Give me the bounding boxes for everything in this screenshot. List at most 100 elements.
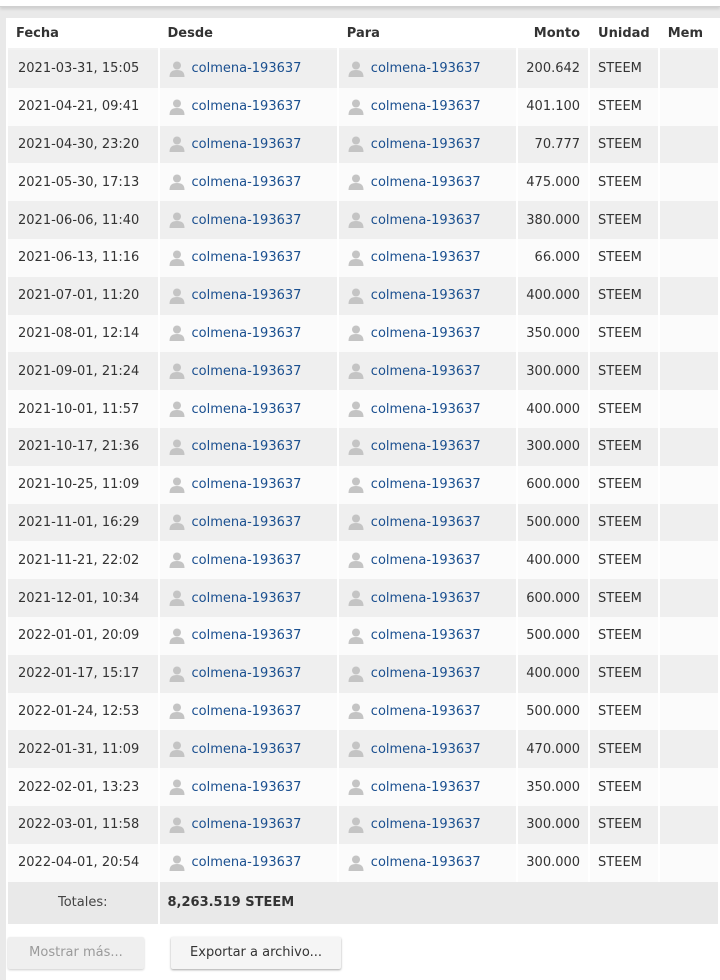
cell-unidad: STEEM [590, 50, 658, 88]
user-icon [169, 325, 184, 342]
column-header-memo[interactable]: Mem [659, 18, 718, 50]
sender: colmena-193637 [168, 362, 329, 380]
recipient-link[interactable]: colmena-193637 [371, 175, 481, 190]
cell-monto: 350.000 [518, 768, 589, 806]
sender-link[interactable]: colmena-193637 [192, 175, 302, 190]
user-icon [348, 212, 364, 229]
sender-link[interactable]: colmena-193637 [192, 591, 302, 606]
sender-link[interactable]: colmena-193637 [192, 99, 302, 114]
user-icon [169, 741, 184, 758]
cell-para: colmena-193637 [338, 654, 517, 693]
sender-link[interactable]: colmena-193637 [192, 817, 302, 832]
table-row: 2021-04-30, 23:20 colmena-193637 colmena… [8, 125, 718, 164]
recipient: colmena-193637 [347, 513, 508, 531]
recipient: colmena-193637 [347, 400, 508, 418]
sender: colmena-193637 [168, 135, 329, 153]
column-header-fecha[interactable]: Fecha [8, 18, 158, 50]
cell-memo [659, 427, 718, 466]
cell-para: colmena-193637 [338, 692, 517, 731]
export-button[interactable]: Exportar a archivo... [171, 937, 341, 969]
sender-link[interactable]: colmena-193637 [192, 364, 302, 379]
sender-link[interactable]: colmena-193637 [192, 402, 302, 417]
user-icon [169, 703, 184, 720]
cell-monto: 66.000 [518, 238, 589, 277]
cell-para: colmena-193637 [338, 541, 517, 580]
recipient-link[interactable]: colmena-193637 [371, 439, 481, 454]
recipient-link[interactable]: colmena-193637 [371, 817, 481, 832]
sender-link[interactable]: colmena-193637 [192, 477, 302, 492]
table-row: 2021-12-01, 10:34 colmena-193637 colmena… [8, 579, 718, 617]
sender-link[interactable]: colmena-193637 [192, 439, 302, 454]
recipient: colmena-193637 [347, 476, 508, 494]
user-icon [169, 855, 184, 871]
recipient-link[interactable]: colmena-193637 [371, 326, 481, 341]
cell-unidad: STEEM [590, 503, 658, 542]
sender: colmena-193637 [168, 249, 329, 267]
cell-para: colmena-193637 [338, 163, 517, 202]
recipient-link[interactable]: colmena-193637 [371, 250, 481, 265]
recipient-link[interactable]: colmena-193637 [371, 213, 481, 228]
recipient-link[interactable]: colmena-193637 [371, 99, 481, 114]
recipient-link[interactable]: colmena-193637 [371, 402, 481, 417]
user-icon [169, 514, 184, 531]
sender-link[interactable]: colmena-193637 [192, 742, 302, 757]
sender-link[interactable]: colmena-193637 [192, 780, 302, 795]
column-header-monto[interactable]: Monto [518, 18, 589, 50]
table-row: 2021-09-01, 21:24 colmena-193637 colmena… [8, 352, 718, 391]
sender-link[interactable]: colmena-193637 [192, 553, 302, 568]
recipient-link[interactable]: colmena-193637 [371, 780, 481, 795]
user-icon [348, 363, 364, 380]
sender-link[interactable]: colmena-193637 [192, 137, 302, 152]
cell-monto: 400.000 [518, 276, 589, 315]
cell-fecha: 2021-07-01, 11:20 [8, 276, 158, 315]
column-header-para[interactable]: Para [338, 18, 517, 50]
recipient-link[interactable]: colmena-193637 [371, 666, 481, 681]
sender-link[interactable]: colmena-193637 [192, 515, 302, 530]
column-header-desde[interactable]: Desde [159, 18, 337, 50]
top-panel-edge [0, 0, 720, 7]
sender-link[interactable]: colmena-193637 [192, 628, 302, 643]
user-icon [348, 666, 364, 682]
recipient-link[interactable]: colmena-193637 [371, 288, 481, 303]
cell-monto: 470.000 [518, 730, 589, 769]
recipient-link[interactable]: colmena-193637 [371, 477, 481, 492]
cell-para: colmena-193637 [338, 616, 517, 655]
sender-link[interactable]: colmena-193637 [192, 61, 302, 76]
user-icon [348, 250, 364, 266]
sender: colmena-193637 [168, 98, 329, 116]
cell-fecha: 2021-10-01, 11:57 [8, 390, 158, 428]
recipient: colmena-193637 [347, 135, 508, 153]
recipient-link[interactable]: colmena-193637 [371, 704, 481, 719]
recipient-link[interactable]: colmena-193637 [371, 742, 481, 757]
cell-monto: 300.000 [518, 427, 589, 466]
sender-link[interactable]: colmena-193637 [192, 666, 302, 681]
recipient-link[interactable]: colmena-193637 [371, 553, 481, 568]
column-header-unidad[interactable]: Unidad [590, 18, 658, 50]
cell-unidad: STEEM [590, 805, 658, 844]
recipient-link[interactable]: colmena-193637 [371, 591, 481, 606]
sender-link[interactable]: colmena-193637 [192, 288, 302, 303]
recipient: colmena-193637 [347, 589, 508, 607]
show-more-button[interactable]: Mostrar más... [8, 937, 144, 969]
recipient-link[interactable]: colmena-193637 [371, 515, 481, 530]
cell-memo [659, 314, 718, 353]
recipient-link[interactable]: colmena-193637 [371, 628, 481, 643]
cell-memo [659, 730, 718, 769]
table-row: 2022-03-01, 11:58 colmena-193637 colmena… [8, 805, 718, 844]
sender-link[interactable]: colmena-193637 [192, 704, 302, 719]
recipient-link[interactable]: colmena-193637 [371, 61, 481, 76]
recipient-link[interactable]: colmena-193637 [371, 855, 481, 870]
recipient-link[interactable]: colmena-193637 [371, 364, 481, 379]
sender-link[interactable]: colmena-193637 [192, 855, 302, 870]
sender-link[interactable]: colmena-193637 [192, 326, 302, 341]
table-header-row: Fecha Desde Para Monto Unidad Mem [8, 18, 718, 50]
cell-para: colmena-193637 [338, 87, 517, 126]
recipient-link[interactable]: colmena-193637 [371, 137, 481, 152]
cell-memo [659, 87, 718, 126]
user-icon [169, 212, 184, 229]
user-icon [169, 174, 184, 191]
cell-para: colmena-193637 [338, 768, 517, 806]
sender-link[interactable]: colmena-193637 [192, 250, 302, 265]
sender-link[interactable]: colmena-193637 [192, 213, 302, 228]
cell-monto: 400.000 [518, 541, 589, 580]
